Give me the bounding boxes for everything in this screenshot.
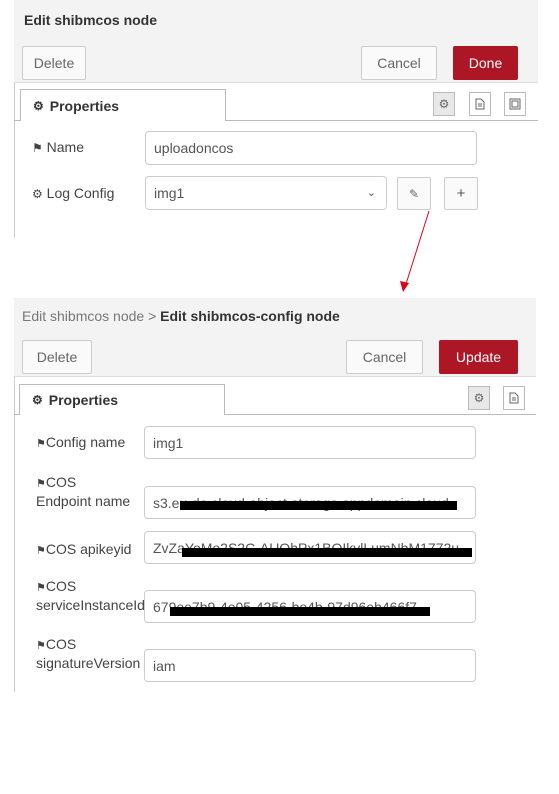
add-config-button[interactable]: +	[444, 177, 478, 210]
endpoint-label-line2: Endpoint name	[36, 493, 131, 509]
breadcrumb-parent[interactable]: Edit shibmcos node	[22, 308, 144, 324]
pencil-icon: ✎	[408, 186, 420, 201]
name-label-text: Name	[46, 139, 85, 155]
node-editor-panel: Edit shibmcos node Delete Cancel Done ⚙ …	[14, 0, 538, 238]
redaction-bar	[170, 607, 430, 616]
tab-properties[interactable]: ⚙ Properties	[20, 89, 226, 121]
logconfig-label-text: Log Config	[46, 185, 115, 201]
gear-icon: ⚙	[32, 393, 43, 407]
tag-icon: ⚑	[36, 438, 46, 450]
tab-properties[interactable]: ⚙ Properties	[19, 384, 225, 415]
signatureversion-label: ⚑COS signatureVersion	[36, 636, 140, 672]
breadcrumb: Edit shibmcos node > Edit shibmcos-confi…	[22, 308, 340, 324]
tray-header: Edit shibmcos node Delete Cancel Done	[14, 0, 538, 83]
apikeyid-label-text: COS apikeyid	[45, 541, 132, 557]
name-label: ⚑ Name	[32, 139, 84, 157]
update-button[interactable]: Update	[439, 340, 518, 374]
document-icon[interactable]	[503, 386, 525, 410]
tray-header: Edit shibmcos node > Edit shibmcos-confi…	[14, 298, 536, 377]
tag-icon: ⚑	[36, 545, 46, 557]
document-icon[interactable]	[469, 92, 491, 116]
delete-button[interactable]: Delete	[22, 46, 86, 80]
tab-label: Properties	[49, 97, 120, 114]
signatureversion-label-line2: signatureVersion	[36, 655, 141, 671]
tag-icon: ⚑	[36, 640, 46, 652]
config-name-label: ⚑Config name	[36, 434, 125, 453]
endpoint-label: ⚑COS Endpoint name	[36, 474, 130, 510]
cancel-button[interactable]: Cancel	[361, 46, 437, 80]
redaction-bar	[180, 501, 457, 510]
logconfig-select[interactable]: img1 ⌄	[145, 176, 387, 210]
frame-icon[interactable]	[504, 92, 526, 116]
gear-icon: ⚙	[33, 98, 44, 113]
cogs-icon: ⚙	[32, 187, 43, 201]
config-name-label-text: Config name	[45, 434, 126, 450]
logconfig-value: img1	[154, 185, 185, 201]
edit-config-button[interactable]: ✎	[397, 177, 431, 210]
tag-icon: ⚑	[36, 478, 46, 490]
chevron-down-icon: ⌄	[366, 187, 376, 199]
config-name-input[interactable]: img1	[144, 426, 476, 459]
delete-button[interactable]: Delete	[22, 340, 92, 374]
cancel-button[interactable]: Cancel	[346, 340, 423, 374]
breadcrumb-separator: >	[148, 308, 157, 324]
done-button[interactable]: Done	[453, 46, 518, 80]
tray-title: Edit shibmcos-config node	[160, 308, 340, 324]
serviceinstance-label-line2: serviceInstanceId	[36, 597, 144, 613]
apikeyid-label: ⚑COS apikeyid	[36, 541, 131, 560]
signatureversion-input[interactable]: iam	[144, 649, 476, 682]
serviceinstance-label-line1: COS	[45, 578, 77, 594]
endpoint-label-line1: COS	[45, 474, 77, 490]
gear-icon[interactable]: ⚙	[433, 92, 455, 116]
tag-icon: ⚑	[32, 141, 43, 155]
tray-title: Edit shibmcos node	[24, 12, 158, 28]
redaction-bar	[182, 548, 472, 557]
logconfig-label: ⚙ Log Config	[32, 185, 114, 203]
plus-icon: +	[456, 185, 466, 202]
signatureversion-label-line1: COS	[45, 636, 77, 652]
config-editor-panel: Edit shibmcos node > Edit shibmcos-confi…	[14, 298, 536, 692]
serviceinstance-label: ⚑COS serviceInstanceId	[36, 578, 144, 614]
name-input[interactable]: uploadoncos	[145, 131, 477, 165]
tab-label: Properties	[48, 392, 119, 408]
tag-icon: ⚑	[36, 582, 46, 594]
gear-icon[interactable]: ⚙	[468, 386, 490, 410]
